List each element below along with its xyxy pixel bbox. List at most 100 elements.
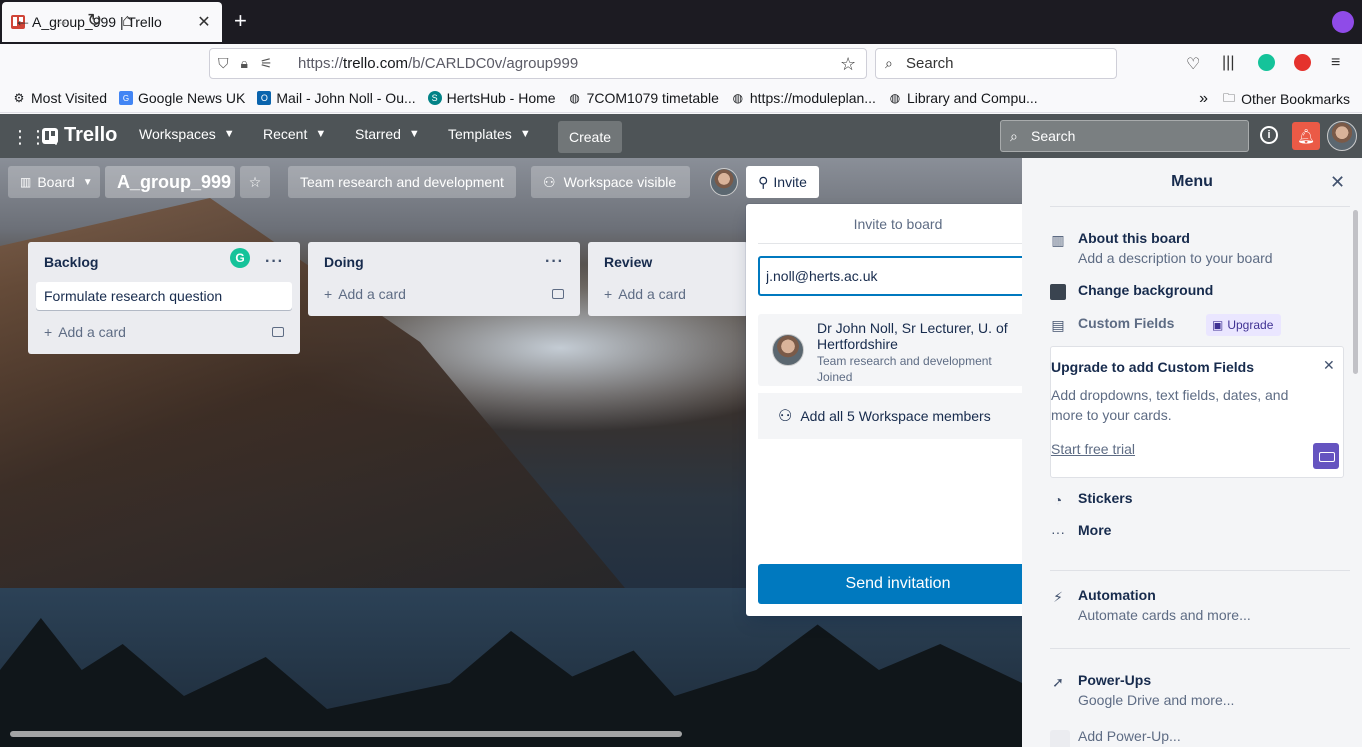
home-icon[interactable]: ⌂ [122, 10, 133, 30]
add-card-button[interactable]: + Add a card [316, 280, 572, 308]
briefcase-icon: ▣ [1212, 318, 1224, 332]
automation-item[interactable]: ⚡︎ Automation Automate cards and more... [1050, 587, 1350, 627]
about-board-item[interactable]: ▥ About this board Add a description to … [1050, 230, 1350, 270]
add-power-up-item[interactable]: Add Power-Up... [1050, 728, 1350, 747]
tomato-extension-icon[interactable] [1294, 54, 1311, 71]
news-icon: G [119, 91, 133, 105]
add-card-button[interactable]: + Add a card [36, 318, 292, 346]
start-free-trial-link[interactable]: Start free trial [1051, 441, 1135, 457]
folder-icon: 🗀 [1223, 90, 1236, 105]
outlook-icon: O [257, 91, 272, 105]
other-bookmarks[interactable]: 🗀 Other Bookmarks [1222, 90, 1350, 108]
team-icon: ⚇ [778, 408, 793, 425]
bookmark-google-news[interactable]: G Google News UK [119, 90, 245, 106]
card-template-icon[interactable] [552, 289, 564, 299]
star-board-icon[interactable]: ☆ [240, 166, 270, 198]
add-all-members-button[interactable]: ⚇ Add all 5 Workspace members [758, 393, 1038, 439]
browser-tab-strip: A_group_999 | Trello ✕ + [0, 0, 1362, 44]
power-up-placeholder-icon [1050, 730, 1070, 747]
background-thumbnail-icon [1050, 284, 1066, 300]
reload-icon[interactable]: ↻ [87, 10, 102, 30]
menu-title: Menu [1171, 173, 1213, 190]
bookmarks-overflow-icon[interactable]: » [1199, 90, 1208, 108]
starred-menu[interactable]: Starred ▼ [355, 126, 420, 142]
gear-icon: ⚙ [13, 91, 25, 105]
list-title[interactable]: Doing [324, 254, 364, 270]
browser-search-input[interactable]: ⌕ Search [875, 48, 1117, 79]
forward-icon[interactable]: → [52, 10, 70, 30]
workspace-button[interactable]: Team research and development [288, 166, 516, 198]
browser-tab[interactable]: A_group_999 | Trello ✕ [2, 2, 222, 42]
chevron-down-icon: ▼ [315, 128, 327, 140]
hamburger-menu-icon[interactable]: ≡ [1331, 54, 1340, 72]
new-tab-icon[interactable]: + [234, 10, 247, 32]
stickers-item[interactable]: ◔ Stickers [1050, 490, 1350, 510]
bookmark-hertshub[interactable]: S HertsHub - Home [427, 90, 556, 106]
recent-menu[interactable]: Recent ▼ [263, 126, 326, 142]
url-path: /b/CARLDC0v/agroup999 [408, 55, 579, 72]
suggestion-status: Joined [817, 370, 853, 384]
card[interactable]: Formulate research question [36, 282, 292, 310]
library-icon[interactable]: ||| [1222, 54, 1234, 72]
divider [1050, 570, 1350, 571]
grammarly-icon[interactable]: G [230, 248, 250, 268]
lock-icon[interactable]: 🔒︎ [241, 55, 248, 72]
invite-button[interactable]: ⚲ Invite [746, 166, 819, 198]
trello-search-input[interactable]: ⌕ Search [1000, 120, 1249, 152]
workspaces-menu[interactable]: Workspaces ▼ [139, 126, 235, 142]
board-icon: ▥ [1051, 231, 1065, 248]
more-item[interactable]: ··· More [1050, 522, 1350, 542]
permissions-icon[interactable]: ⚟ [260, 55, 273, 72]
send-invitation-button[interactable]: Send invitation [758, 564, 1038, 604]
upgrade-badge[interactable]: ▣ Upgrade [1206, 314, 1282, 336]
grammarly-extension-icon[interactable] [1258, 54, 1275, 71]
divider [1050, 648, 1350, 649]
change-background-item[interactable]: Change background [1050, 282, 1350, 302]
account-avatar[interactable] [1327, 121, 1357, 151]
add-card-button[interactable]: + Add a card [596, 280, 740, 308]
bookmark-star-icon[interactable]: ☆ [840, 54, 856, 75]
suggestion-name: Dr John Noll, Sr Lecturer, U. of Hertfor… [817, 320, 1008, 352]
list-title[interactable]: Backlog [44, 254, 98, 270]
member-suggestion[interactable]: Dr John Noll, Sr Lecturer, U. of Hertfor… [758, 314, 1038, 386]
invite-email-input[interactable] [758, 256, 1038, 296]
trello-logo[interactable]: Trello [42, 124, 117, 147]
search-icon: ⌕ [885, 55, 893, 71]
chevron-down-icon: ▼ [519, 128, 531, 140]
board-menu-panel: Menu ✕ ▥ About this board Add a descript… [1022, 158, 1362, 747]
close-icon[interactable]: ✕ [1330, 172, 1345, 193]
bookmark-mail[interactable]: O Mail - John Noll - Ou... [257, 90, 416, 106]
close-icon[interactable]: ✕ [1323, 357, 1335, 374]
search-icon: ⌕ [1010, 128, 1018, 144]
pocket-icon[interactable]: ♡ [1186, 54, 1200, 74]
bookmark-most-visited[interactable]: ⚙ Most Visited [12, 90, 107, 106]
create-button[interactable]: Create [558, 121, 622, 153]
list-menu-icon[interactable]: ··· [545, 253, 564, 271]
shield-icon[interactable]: ⛉ [218, 55, 229, 72]
bookmark-library[interactable]: ◍ Library and Compu... [888, 90, 1038, 106]
plus-icon: + [604, 286, 613, 302]
avatar [772, 334, 804, 366]
notification-bell-icon[interactable]: 🔔︎ [1292, 122, 1320, 150]
bookmark-timetable[interactable]: ◍ 7COM1079 timetable [568, 90, 719, 106]
templates-menu[interactable]: Templates ▼ [448, 126, 531, 142]
url-prefix: https:// [298, 55, 344, 72]
card-template-icon[interactable] [272, 327, 284, 337]
private-mask-icon [1332, 11, 1354, 33]
url-bar[interactable]: https://trello.com/b/CARLDC0v/agroup999 [209, 48, 867, 79]
info-icon[interactable]: i [1260, 126, 1278, 144]
list-title[interactable]: Review [604, 254, 652, 270]
list-menu-icon[interactable]: ··· [265, 253, 284, 271]
menu-scrollbar[interactable] [1353, 210, 1358, 374]
back-icon[interactable]: ← [14, 10, 32, 30]
visibility-button[interactable]: ⚇ Workspace visible [531, 166, 690, 198]
board-title[interactable]: A_group_999 [105, 166, 235, 198]
tab-close-icon[interactable]: ✕ [194, 12, 214, 32]
bookmark-moduleplan[interactable]: ◍ https://moduleplan... [731, 90, 876, 106]
custom-fields-item[interactable]: ▤ Custom Fields ▣ Upgrade [1050, 314, 1350, 337]
list-backlog: Backlog ··· Formulate research question +… [28, 242, 300, 354]
board-view-switcher[interactable]: ▥ Board ▼ [8, 166, 100, 198]
board-member-avatar[interactable] [710, 168, 738, 196]
power-ups-item[interactable]: ➚ Power-Ups Google Drive and more... [1050, 672, 1350, 712]
board-horizontal-scrollbar[interactable] [10, 731, 682, 737]
